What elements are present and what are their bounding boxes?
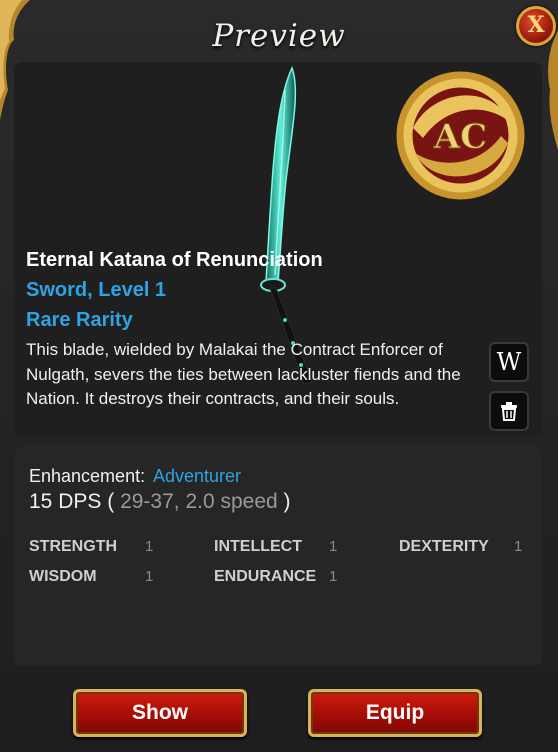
stat-value-strength: 1 [145, 538, 154, 555]
dps-line: 15 DPS ( 29-37, 2.0 speed ) [29, 490, 291, 514]
item-description: This blade, wielded by Malakai the Contr… [26, 340, 461, 408]
stat-name-strength: STRENGTH [29, 538, 117, 555]
enhancement-value: Adventurer [153, 466, 242, 486]
stat-value-wisdom: 1 [145, 568, 154, 585]
dps-value: 15 DPS [29, 490, 102, 513]
delete-button[interactable] [489, 391, 529, 431]
item-name: Eternal Katana of Renunciation [26, 249, 323, 271]
stat-value-intellect: 1 [329, 538, 338, 555]
preview-window: Preview X AC Eternal Katana of Renunciat… [0, 0, 558, 752]
dps-close-paren: ) [283, 490, 291, 513]
stat-value-endurance: 1 [329, 568, 338, 585]
damage-range: 29-37, 2.0 speed [120, 490, 278, 513]
stat-value-dexterity: 1 [514, 538, 523, 555]
show-button[interactable]: Show [73, 689, 247, 737]
stat-name-endurance: ENDURANCE [214, 568, 317, 585]
trash-icon [501, 402, 517, 421]
item-type-level: Sword, Level 1 [26, 279, 167, 301]
stat-name-wisdom: WISDOM [29, 568, 97, 585]
stat-name-intellect: INTELLECT [214, 538, 302, 555]
ac-currency-badge: AC [396, 71, 525, 200]
wiki-button[interactable]: W [489, 342, 529, 382]
equip-button[interactable]: Equip [308, 689, 482, 737]
close-button[interactable]: X [516, 6, 556, 46]
stat-name-dexterity: DEXTERITY [399, 538, 489, 555]
dps-open-paren: ( [107, 490, 115, 513]
enhancement-label: Enhancement: [29, 466, 146, 486]
ac-badge-label: AC [433, 117, 487, 157]
window-title: Preview [212, 18, 346, 54]
item-rarity: Rare Rarity [26, 309, 133, 331]
